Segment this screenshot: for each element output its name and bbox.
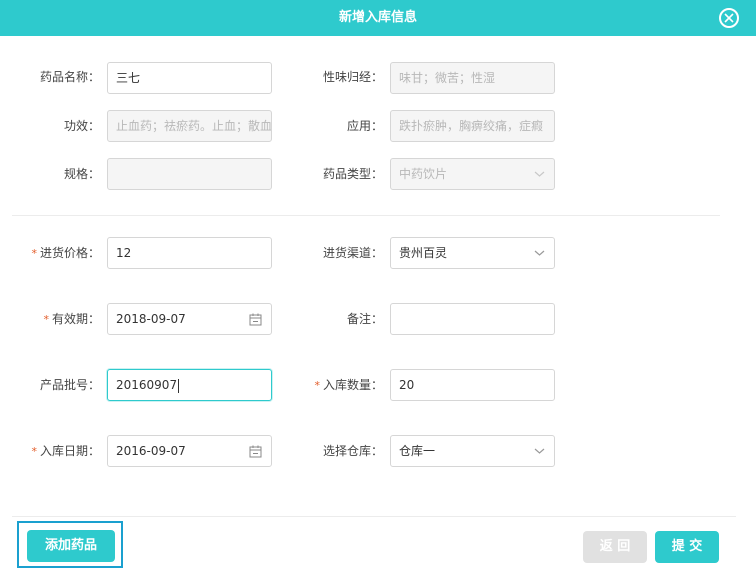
footer-divider — [12, 516, 736, 517]
batch-number-label: 产品批号： — [39, 378, 100, 392]
calendar-icon[interactable] — [249, 313, 262, 326]
drug-type-label: 药品类型： — [322, 167, 383, 181]
expiry-date-input[interactable]: 2018-09-07 — [107, 303, 272, 335]
usage-label: 应用： — [346, 119, 383, 133]
required-marker: * — [31, 247, 37, 260]
back-button[interactable]: 返 回 — [583, 531, 647, 563]
taste-meridian-input: 味甘；微苦；性湿 — [390, 62, 555, 94]
purchase-channel-select[interactable]: 贵州百灵 — [390, 237, 555, 269]
required-marker: * — [31, 445, 37, 458]
stock-quantity-input[interactable]: 20 — [390, 369, 555, 401]
chevron-down-icon — [534, 171, 545, 177]
warehouse-select[interactable]: 仓库一 — [390, 435, 555, 467]
text-cursor — [178, 378, 180, 393]
stock-date-value: 2016-09-07 — [116, 444, 186, 458]
required-marker: * — [43, 313, 49, 326]
chevron-down-icon — [534, 250, 545, 256]
spec-label: 规格： — [63, 167, 100, 181]
usage-placeholder: 跌扑瘀肿，胸痹绞痛，症瘕 — [399, 119, 544, 133]
add-drug-button[interactable]: 添加药品 — [27, 530, 115, 562]
drug-name-value: 三七 — [116, 71, 141, 85]
stock-quantity-label: * 入库数量： — [314, 378, 383, 392]
chevron-down-icon — [534, 448, 545, 454]
drug-type-value: 中药饮片 — [399, 167, 448, 181]
remark-input[interactable] — [390, 303, 555, 335]
effect-label: 功效： — [63, 119, 100, 133]
effect-input: 止血药；祛瘀药。止血；散血 — [107, 110, 272, 142]
taste-meridian-label: 性味归经： — [322, 70, 383, 84]
batch-number-input[interactable]: 20160907 — [107, 369, 272, 401]
dialog-title: 新增入库信息 — [338, 10, 417, 25]
purchase-price-input[interactable]: 12 — [107, 237, 272, 269]
remark-label: 备注： — [346, 312, 383, 326]
close-button[interactable] — [719, 8, 739, 28]
usage-input: 跌扑瘀肿，胸痹绞痛，症瘕 — [390, 110, 555, 142]
expiry-label: * 有效期： — [43, 312, 100, 326]
purchase-channel-value: 贵州百灵 — [399, 246, 448, 260]
spec-input — [107, 158, 272, 190]
required-marker: * — [314, 379, 320, 392]
purchase-channel-label: 进货渠道： — [322, 246, 383, 260]
stock-quantity-value: 20 — [399, 378, 415, 392]
purchase-price-value: 12 — [116, 246, 132, 260]
submit-button[interactable]: 提 交 — [655, 531, 719, 563]
taste-meridian-placeholder: 味甘；微苦；性湿 — [399, 71, 496, 85]
effect-placeholder: 止血药；祛瘀药。止血；散血 — [116, 119, 272, 133]
stock-date-input[interactable]: 2016-09-07 — [107, 435, 272, 467]
purchase-price-label: * 进货价格： — [31, 246, 100, 260]
calendar-icon[interactable] — [249, 445, 262, 458]
stock-date-label: * 入库日期： — [31, 444, 100, 458]
expiry-date-value: 2018-09-07 — [116, 312, 186, 326]
warehouse-label: 选择仓库： — [322, 444, 383, 458]
section-divider — [12, 215, 720, 216]
close-icon — [724, 13, 734, 23]
drug-name-input[interactable]: 三七 — [107, 62, 272, 94]
warehouse-value: 仓库一 — [399, 444, 436, 458]
batch-number-value: 20160907 — [116, 378, 178, 392]
drug-type-select: 中药饮片 — [390, 158, 555, 190]
dialog-header: 新增入库信息 — [0, 0, 756, 36]
drug-name-label: 药品名称： — [39, 70, 100, 84]
